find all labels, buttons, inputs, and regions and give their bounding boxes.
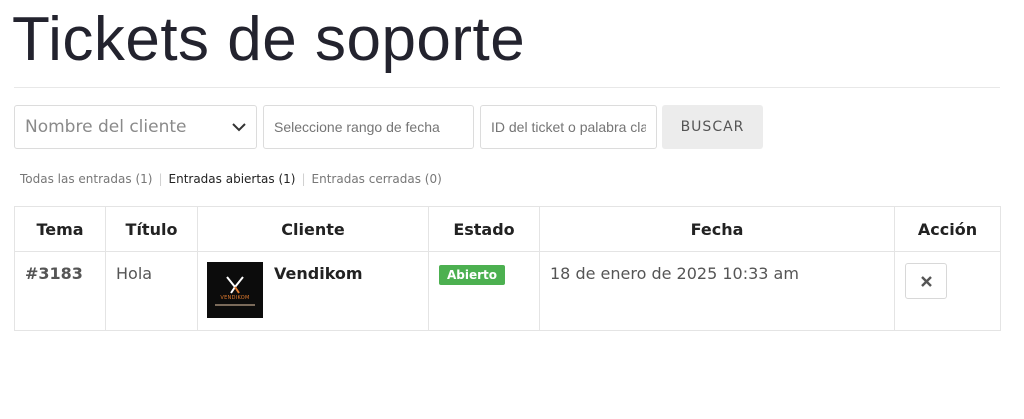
subnav-separator: | — [158, 172, 163, 186]
client-name: Vendikom — [274, 264, 363, 283]
ticket-date-cell: 18 de enero de 2025 10:33 am — [539, 251, 895, 331]
subnav-separator: | — [301, 172, 306, 186]
ticket-date: 18 de enero de 2025 10:33 am — [550, 264, 799, 283]
vendikom-logo-icon — [226, 275, 244, 294]
ticket-title-cell: Hola — [105, 251, 198, 331]
header-accion: Acción — [894, 206, 1001, 252]
header-tema[interactable]: Tema — [14, 206, 106, 252]
tickets-table: Tema Título Cliente Estado Fecha Acción … — [14, 206, 1001, 331]
date-range-input[interactable] — [263, 105, 474, 149]
header-estado[interactable]: Estado — [428, 206, 540, 252]
client-info: VENDIKOM Vendikom — [207, 262, 418, 318]
title-divider — [14, 87, 1000, 88]
ticket-id-cell: #3183 — [14, 251, 106, 331]
logo-tagline — [215, 303, 255, 306]
status-badge: Abierto — [439, 265, 506, 285]
client-select[interactable]: Nombre del cliente — [14, 105, 257, 149]
ticket-action-cell — [894, 251, 1001, 331]
link-open-tickets[interactable]: Entradas abiertas (1) — [169, 172, 296, 186]
close-icon — [921, 276, 932, 287]
ticket-status-cell: Abierto — [428, 251, 540, 331]
header-cliente[interactable]: Cliente — [197, 206, 429, 252]
ticket-filter-links: Todas las entradas (1) | Entradas abiertas… — [20, 172, 442, 186]
table-header-row: Tema Título Cliente Estado Fecha Acción — [14, 206, 1001, 252]
client-logo-text: VENDIKOM — [220, 294, 250, 301]
client-select-value: Nombre del cliente — [25, 117, 187, 137]
page-title: Tickets de soporte — [12, 5, 526, 74]
client-avatar: VENDIKOM — [207, 262, 263, 318]
link-closed-tickets[interactable]: Entradas cerradas (0) — [312, 172, 442, 186]
ticket-search-input[interactable] — [480, 105, 657, 149]
link-all-tickets[interactable]: Todas las entradas (1) — [20, 172, 152, 186]
ticket-title[interactable]: Hola — [116, 264, 152, 283]
ticket-id[interactable]: #3183 — [25, 264, 83, 283]
ticket-client-cell: VENDIKOM Vendikom — [197, 251, 429, 331]
close-ticket-button[interactable] — [905, 263, 947, 299]
header-titulo[interactable]: Título — [105, 206, 198, 252]
header-fecha[interactable]: Fecha — [539, 206, 895, 252]
search-button[interactable]: BUSCAR — [662, 105, 763, 149]
table-row[interactable]: #3183 Hola VENDIKOM Vendikom Abierto 18 … — [14, 251, 1001, 331]
chevron-down-icon — [232, 123, 246, 132]
